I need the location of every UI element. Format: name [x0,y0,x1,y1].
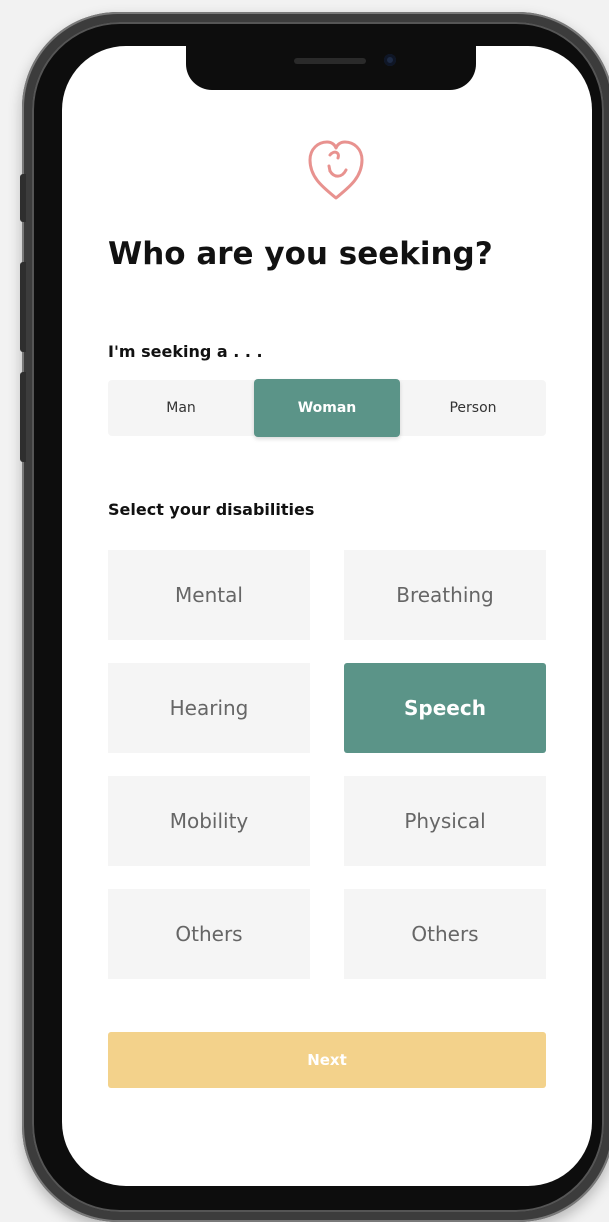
volume-down-button [20,372,26,462]
disability-tile-mobility[interactable]: Mobility [108,776,310,866]
disability-tile-others-1[interactable]: Others [108,889,310,979]
mute-switch [20,174,26,222]
app-screen: Who are you seeking? I'm seeking a . . .… [62,46,592,1186]
seeking-label: I'm seeking a . . . [108,342,263,361]
next-button[interactable]: Next [108,1032,546,1088]
seeking-option-person[interactable]: Person [400,380,546,436]
notch [186,46,476,90]
disabilities-label: Select your disabilities [108,500,315,519]
disability-tile-physical[interactable]: Physical [344,776,546,866]
front-camera [384,54,396,66]
volume-up-button [20,262,26,352]
disability-tile-others-2[interactable]: Others [344,889,546,979]
seeking-option-woman[interactable]: Woman [254,379,400,437]
seeking-option-man[interactable]: Man [108,380,254,436]
disability-tile-mental[interactable]: Mental [108,550,310,640]
disability-tile-breathing[interactable]: Breathing [344,550,546,640]
page-title: Who are you seeking? [108,236,493,272]
heart-smile-icon [308,140,364,200]
disability-tile-hearing[interactable]: Hearing [108,663,310,753]
disability-tile-speech[interactable]: Speech [344,663,546,753]
seeking-selector: Man Woman Person [108,379,546,437]
speaker-grille [294,58,366,64]
disabilities-grid: Mental Breathing Hearing Speech Mobility… [108,550,546,979]
